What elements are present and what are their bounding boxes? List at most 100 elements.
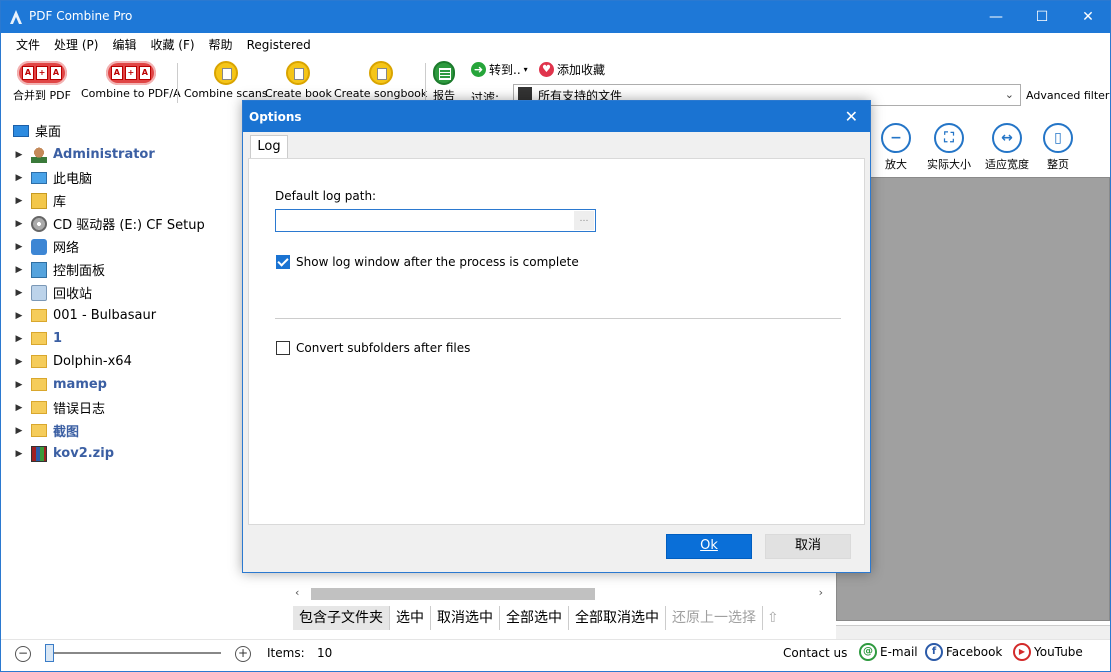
combine-pdf-button[interactable]: A + A 合并到 PDF: [13, 61, 71, 103]
expand-arrow-icon[interactable]: ▶: [13, 334, 25, 344]
folder-icon: [31, 355, 47, 368]
select-all-button[interactable]: 全部选中: [500, 606, 569, 630]
expand-arrow-icon[interactable]: ▶: [13, 357, 25, 367]
browse-icon[interactable]: …: [574, 211, 594, 230]
expand-arrow-icon[interactable]: ▶: [13, 196, 25, 206]
log-path-label: Default log path:: [275, 189, 377, 203]
expand-arrow-icon[interactable]: ▶: [13, 219, 25, 229]
zoom-in-button[interactable]: − 放大: [881, 123, 911, 172]
menu-favorites[interactable]: 收藏 (F): [143, 33, 201, 57]
file-list-scrollbar[interactable]: ‹ ›: [291, 584, 831, 604]
convert-subfolders-option[interactable]: Convert subfolders after files: [276, 341, 470, 355]
tree-item[interactable]: ▶ 回收站: [1, 281, 92, 304]
dialog-title-bar: Options ✕: [243, 101, 870, 132]
dialog-close-button[interactable]: ✕: [845, 107, 858, 126]
facebook-label: Facebook: [946, 645, 1003, 659]
tree-item[interactable]: ▶ kov2.zip: [1, 442, 114, 465]
actual-size-label: 实际大小: [927, 158, 971, 171]
deselect-button[interactable]: 取消选中: [431, 606, 500, 630]
minimize-button[interactable]: —: [973, 1, 1019, 33]
chevron-right-icon[interactable]: ›: [819, 586, 823, 599]
report-icon: [433, 61, 455, 85]
full-page-label: 整页: [1047, 158, 1069, 171]
add-favorite-button[interactable]: ♥ 添加收藏: [539, 61, 605, 78]
full-page-button[interactable]: ▯ 整页: [1043, 123, 1073, 172]
create-book-label: Create book: [265, 87, 332, 100]
tree-item[interactable]: ▶ 错误日志: [1, 396, 105, 419]
tree-item[interactable]: ▶ 控制面板: [1, 258, 105, 281]
pdf-preview-pane[interactable]: [836, 177, 1110, 621]
maximize-button[interactable]: ☐: [1019, 1, 1065, 33]
cancel-button[interactable]: 取消: [765, 534, 851, 559]
expand-arrow-icon[interactable]: ▶: [13, 380, 25, 390]
include-subfolders-button[interactable]: 包含子文件夹: [293, 606, 390, 630]
expand-arrow-icon[interactable]: ▶: [13, 311, 25, 321]
goto-button[interactable]: ➜ 转到.. ▾: [471, 61, 528, 78]
report-button[interactable]: 报告: [433, 61, 455, 103]
zoom-in-small-icon[interactable]: +: [235, 646, 251, 662]
tree-item[interactable]: ▶ 截图: [1, 419, 79, 442]
tree-item[interactable]: ▶ 此电脑: [1, 166, 92, 189]
tree-item[interactable]: ▶ 1: [1, 327, 63, 350]
scrollbar-thumb[interactable]: [311, 588, 595, 600]
actual-size-button[interactable]: ⛶ 实际大小: [927, 123, 971, 172]
create-book-button[interactable]: Create book: [265, 61, 332, 100]
youtube-link[interactable]: ▶ YouTube: [1013, 643, 1083, 661]
show-log-window-checkbox[interactable]: [276, 255, 290, 269]
contact-us-label: Contact us: [783, 646, 848, 660]
expand-arrow-icon[interactable]: ▶: [13, 449, 25, 459]
combine-scans-button[interactable]: Combine scans: [184, 61, 268, 100]
expand-arrow-icon[interactable]: ▶: [13, 426, 25, 436]
items-count-value: 10: [317, 646, 333, 660]
zoom-slider-thumb[interactable]: [45, 644, 54, 662]
email-icon: @: [859, 643, 877, 661]
menu-file[interactable]: 文件: [9, 33, 47, 57]
tree-item[interactable]: ▶ mamep: [1, 373, 107, 396]
tab-log[interactable]: Log: [250, 135, 288, 159]
advanced-filter-link[interactable]: Advanced filter: [1026, 89, 1109, 102]
show-log-window-option[interactable]: Show log window after the process is com…: [276, 255, 579, 269]
tree-item-label: Dolphin-x64: [53, 354, 132, 369]
tree-item-desktop[interactable]: 桌面: [1, 119, 61, 142]
folder-icon: [31, 378, 47, 391]
arrow-up-icon[interactable]: ⇧: [763, 610, 783, 626]
facebook-link[interactable]: f Facebook: [925, 643, 1002, 661]
expand-arrow-icon[interactable]: ▶: [13, 150, 25, 160]
fit-width-button[interactable]: ↔ 适应宽度: [985, 123, 1029, 172]
menu-help[interactable]: 帮助: [202, 33, 240, 57]
ok-button[interactable]: Ok: [666, 534, 752, 559]
chevron-left-icon[interactable]: ‹: [295, 586, 299, 599]
dropdown-caret-icon: ▾: [523, 65, 528, 74]
combine-pdfa-button[interactable]: A + A Combine to PDF/A: [81, 61, 181, 100]
select-button[interactable]: 选中: [390, 606, 431, 630]
tree-item[interactable]: ▶ CD 驱动器 (E:) CF Setup: [1, 212, 205, 235]
tree-item[interactable]: ▶ 001 - Bulbasaur: [1, 304, 157, 327]
expand-arrow-icon[interactable]: ▶: [13, 265, 25, 275]
combine-scans-icon: [213, 61, 238, 85]
restore-previous-button[interactable]: 还原上一选择: [666, 606, 763, 630]
convert-subfolders-checkbox[interactable]: [276, 341, 290, 355]
youtube-label: YouTube: [1034, 645, 1083, 659]
close-window-button[interactable]: ✕: [1065, 1, 1110, 33]
expand-arrow-icon[interactable]: ▶: [13, 288, 25, 298]
tree-item[interactable]: ▶ 库: [1, 189, 66, 212]
menu-process[interactable]: 处理 (P): [47, 33, 105, 57]
create-songbook-button[interactable]: Create songbook: [334, 61, 427, 100]
menu-registered[interactable]: Registered: [240, 33, 318, 57]
tree-item[interactable]: ▶ Administrator: [1, 143, 155, 166]
tree-item-label: 网络: [53, 241, 80, 256]
expand-arrow-icon[interactable]: ▶: [13, 173, 25, 183]
zoom-slider-track[interactable]: [45, 652, 221, 654]
tree-item-label: 1: [53, 331, 63, 346]
deselect-all-button[interactable]: 全部取消选中: [569, 606, 666, 630]
zoom-out-icon[interactable]: −: [15, 646, 31, 662]
menu-edit[interactable]: 编辑: [105, 33, 143, 57]
tree-item[interactable]: ▶ 网络: [1, 235, 79, 258]
create-book-icon: [286, 61, 311, 85]
log-path-input[interactable]: …: [275, 209, 596, 232]
convert-subfolders-label: Convert subfolders after files: [296, 341, 471, 355]
email-link[interactable]: @ E-mail: [859, 643, 918, 661]
expand-arrow-icon[interactable]: ▶: [13, 242, 25, 252]
tree-item[interactable]: ▶ Dolphin-x64: [1, 350, 132, 373]
expand-arrow-icon[interactable]: ▶: [13, 403, 25, 413]
